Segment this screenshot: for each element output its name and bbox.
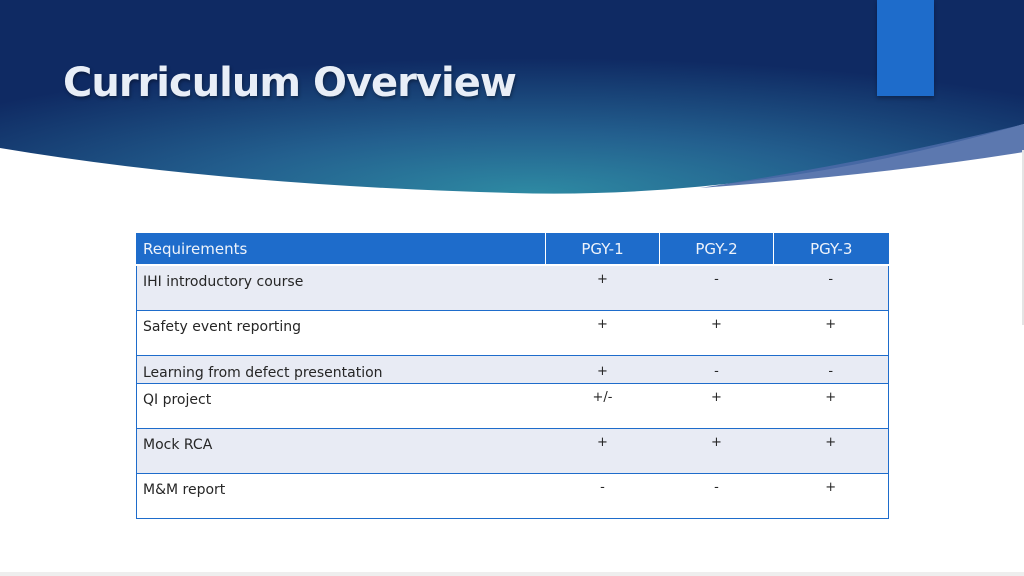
pgy-1-value: +/- — [545, 382, 660, 429]
table-row: Learning from defect presentation + - - — [136, 354, 889, 384]
pgy-1-value: + — [545, 264, 660, 311]
pgy-1-value: + — [545, 427, 660, 474]
requirements-table: Requirements PGY-1 PGY-2 PGY-3 IHI intro… — [136, 233, 889, 519]
requirement-name: QI project — [136, 382, 546, 429]
table-header-row: Requirements PGY-1 PGY-2 PGY-3 — [136, 233, 889, 266]
pgy-1-value: - — [545, 472, 660, 519]
table-row: Mock RCA + + + — [136, 427, 889, 474]
table-row: IHI introductory course + - - — [136, 264, 889, 311]
pgy-2-value: + — [659, 427, 774, 474]
requirement-name: M&M report — [136, 472, 546, 519]
requirement-name: Learning from defect presentation — [136, 354, 546, 384]
pgy-3-value: + — [773, 472, 889, 519]
pgy-3-value: + — [773, 309, 889, 356]
header-pgy-1: PGY-1 — [545, 233, 660, 266]
bottom-line — [0, 572, 1024, 576]
header-pgy-3: PGY-3 — [773, 233, 889, 266]
requirement-name: IHI introductory course — [136, 264, 546, 311]
pgy-3-value: - — [773, 354, 889, 384]
table-row: QI project +/- + + — [136, 382, 889, 429]
pgy-2-value: - — [659, 264, 774, 311]
header-pgy-2: PGY-2 — [659, 233, 774, 266]
table-row: Safety event reporting + + + — [136, 309, 889, 356]
pgy-2-value: + — [659, 382, 774, 429]
requirement-name: Safety event reporting — [136, 309, 546, 356]
slide-title: Curriculum Overview — [63, 60, 517, 106]
pgy-2-value: - — [659, 354, 774, 384]
pgy-1-value: + — [545, 354, 660, 384]
requirement-name: Mock RCA — [136, 427, 546, 474]
pgy-1-value: + — [545, 309, 660, 356]
pgy-2-value: + — [659, 309, 774, 356]
table-row: M&M report - - + — [136, 472, 889, 519]
pgy-3-value: - — [773, 264, 889, 311]
pgy-3-value: + — [773, 382, 889, 429]
accent-tab — [877, 0, 934, 96]
pgy-3-value: + — [773, 427, 889, 474]
header-requirements: Requirements — [136, 233, 546, 266]
pgy-2-value: - — [659, 472, 774, 519]
